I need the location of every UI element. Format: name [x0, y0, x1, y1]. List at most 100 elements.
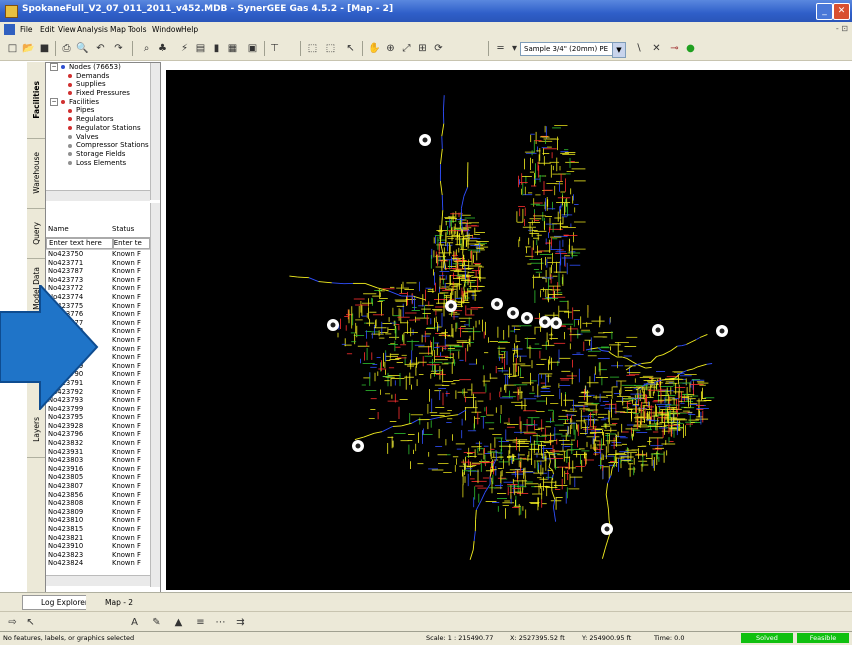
- tab-facilities[interactable]: Facilities: [27, 62, 45, 139]
- tree-node[interactable]: Pipes: [46, 106, 150, 115]
- find-icon[interactable]: ⌕: [140, 42, 153, 55]
- zoom-extent-icon[interactable]: ⤢: [400, 42, 413, 55]
- pipe-tool-icon[interactable]: ═: [494, 42, 507, 55]
- redo-icon[interactable]: ↷: [112, 42, 125, 55]
- expand-toggle-icon[interactable]: −: [50, 98, 58, 106]
- table-row[interactable]: No423823Known F: [46, 551, 150, 560]
- table-row[interactable]: No423916Known F: [46, 465, 150, 474]
- chart-icon[interactable]: ▮: [210, 42, 223, 55]
- tree-node[interactable]: Fixed Pressures: [46, 89, 150, 98]
- tab-log-explorer[interactable]: Log Explorer: [22, 595, 95, 610]
- tab-map-2[interactable]: Map - 2: [86, 595, 140, 610]
- mdi-controls[interactable]: - ⊡: [836, 24, 848, 33]
- table-row[interactable]: No423808Known F: [46, 499, 150, 508]
- text-color-icon[interactable]: A: [128, 616, 141, 629]
- tree-node[interactable]: −Nodes (76653): [46, 63, 150, 72]
- menu-view[interactable]: View: [58, 25, 76, 34]
- pointer-icon[interactable]: ↖: [24, 616, 37, 629]
- grid-horizontal-scrollbar[interactable]: [46, 575, 150, 586]
- green-node-icon[interactable]: ●: [684, 42, 697, 55]
- column-header-name[interactable]: Name: [46, 213, 112, 237]
- table-row[interactable]: No423750Known F: [46, 250, 150, 259]
- table-row[interactable]: No423787Known F: [46, 267, 150, 276]
- pipe-type-select[interactable]: Sample 3/4" (20mm) PE: [520, 42, 617, 56]
- menu-tools[interactable]: Tools: [128, 25, 146, 34]
- table-row[interactable]: No423810Known F: [46, 516, 150, 525]
- table-row[interactable]: No423805Known F: [46, 473, 150, 482]
- tree-node[interactable]: Storage Fields: [46, 150, 150, 159]
- tab-warehouse[interactable]: Warehouse: [27, 138, 45, 209]
- tree-node[interactable]: Supplies: [46, 80, 150, 89]
- chevron-down-icon[interactable]: ▼: [612, 42, 626, 58]
- minimize-button[interactable]: _: [816, 3, 833, 20]
- table-row[interactable]: No423832Known F: [46, 439, 150, 448]
- new-icon[interactable]: □: [6, 42, 19, 55]
- model-icon[interactable]: ♣: [156, 42, 169, 55]
- menu-file[interactable]: File: [20, 25, 33, 34]
- table-row[interactable]: No423824Known F: [46, 559, 150, 568]
- menu-help[interactable]: Help: [181, 25, 198, 34]
- tree-node[interactable]: Demands: [46, 72, 150, 81]
- tree-node[interactable]: Regulators: [46, 115, 150, 124]
- line-color-icon[interactable]: ✎: [150, 616, 163, 629]
- report-icon[interactable]: ▤: [194, 42, 207, 55]
- dash-style-icon[interactable]: ⋯: [214, 616, 227, 629]
- tree-node[interactable]: Loss Elements: [46, 159, 150, 168]
- table-row[interactable]: No423910Known F: [46, 542, 150, 551]
- connect-icon[interactable]: ⊸: [668, 42, 681, 55]
- fill-color-icon[interactable]: ▲: [172, 616, 185, 629]
- table-icon[interactable]: ▦: [226, 42, 239, 55]
- tab-query[interactable]: Query: [27, 208, 45, 259]
- close-button[interactable]: ✕: [833, 3, 850, 20]
- tree-node[interactable]: −Facilities: [46, 98, 150, 107]
- analysis-icon[interactable]: ⚡: [178, 42, 191, 55]
- line-style-icon[interactable]: ≡: [194, 616, 207, 629]
- menu-analysis[interactable]: Analysis: [77, 25, 108, 34]
- table-row[interactable]: No423928Known F: [46, 422, 150, 431]
- table-row[interactable]: No423931Known F: [46, 448, 150, 457]
- tree-node[interactable]: Regulator Stations: [46, 124, 150, 133]
- table-row[interactable]: No423809Known F: [46, 508, 150, 517]
- menu-map[interactable]: Map: [110, 25, 126, 34]
- table-row[interactable]: No423815Known F: [46, 525, 150, 534]
- table-row[interactable]: No423795Known F: [46, 413, 150, 422]
- print-icon[interactable]: ⎙: [60, 42, 73, 55]
- select-icon[interactable]: ⬚: [306, 42, 319, 55]
- table-row[interactable]: No423856Known F: [46, 491, 150, 500]
- tab-layers[interactable]: Layers: [27, 402, 45, 458]
- table-row[interactable]: No423771Known F: [46, 259, 150, 268]
- status-filter-input[interactable]: Enter te: [113, 238, 150, 249]
- menu-edit[interactable]: Edit: [40, 25, 55, 34]
- refresh-icon[interactable]: ⟳: [432, 42, 445, 55]
- layers-icon[interactable]: ▣: [246, 42, 259, 55]
- line-arrow-icon[interactable]: ⇨: [6, 616, 19, 629]
- pipe-network-map[interactable]: [166, 70, 850, 590]
- arrow-style-icon[interactable]: ⇉: [234, 616, 247, 629]
- pointer-icon[interactable]: ↖: [344, 42, 357, 55]
- table-row[interactable]: No423803Known F: [46, 456, 150, 465]
- table-row[interactable]: No423807Known F: [46, 482, 150, 491]
- pan-icon[interactable]: ✋: [368, 42, 381, 55]
- menu-window[interactable]: Window: [152, 25, 182, 34]
- zoom-in-icon[interactable]: ⊕: [384, 42, 397, 55]
- open-icon[interactable]: 📂: [22, 42, 35, 55]
- table-row[interactable]: No423796Known F: [46, 430, 150, 439]
- expand-toggle-icon[interactable]: −: [50, 63, 58, 71]
- name-filter-input[interactable]: Enter text here: [46, 238, 113, 249]
- tree-node[interactable]: Compressor Stations: [46, 141, 150, 150]
- table-row[interactable]: No423821Known F: [46, 534, 150, 543]
- select-region-icon[interactable]: ⬚: [324, 42, 337, 55]
- undo-icon[interactable]: ↶: [94, 42, 107, 55]
- grid-scrollbar[interactable]: [150, 203, 160, 587]
- tree-scrollbar[interactable]: [150, 63, 160, 200]
- pin-icon[interactable]: ⊤: [268, 42, 281, 55]
- tree-horizontal-scrollbar[interactable]: [46, 190, 150, 201]
- delete-pipe-icon[interactable]: ✕: [650, 42, 663, 55]
- map-view[interactable]: [166, 70, 850, 590]
- tree-node[interactable]: Valves: [46, 133, 150, 142]
- draw-pipe-icon[interactable]: ∖: [632, 42, 645, 55]
- save-icon[interactable]: ■: [38, 42, 51, 55]
- table-row[interactable]: No423773Known F: [46, 276, 150, 285]
- zoom-window-icon[interactable]: ⊞: [416, 42, 429, 55]
- column-header-status[interactable]: Status: [112, 213, 148, 237]
